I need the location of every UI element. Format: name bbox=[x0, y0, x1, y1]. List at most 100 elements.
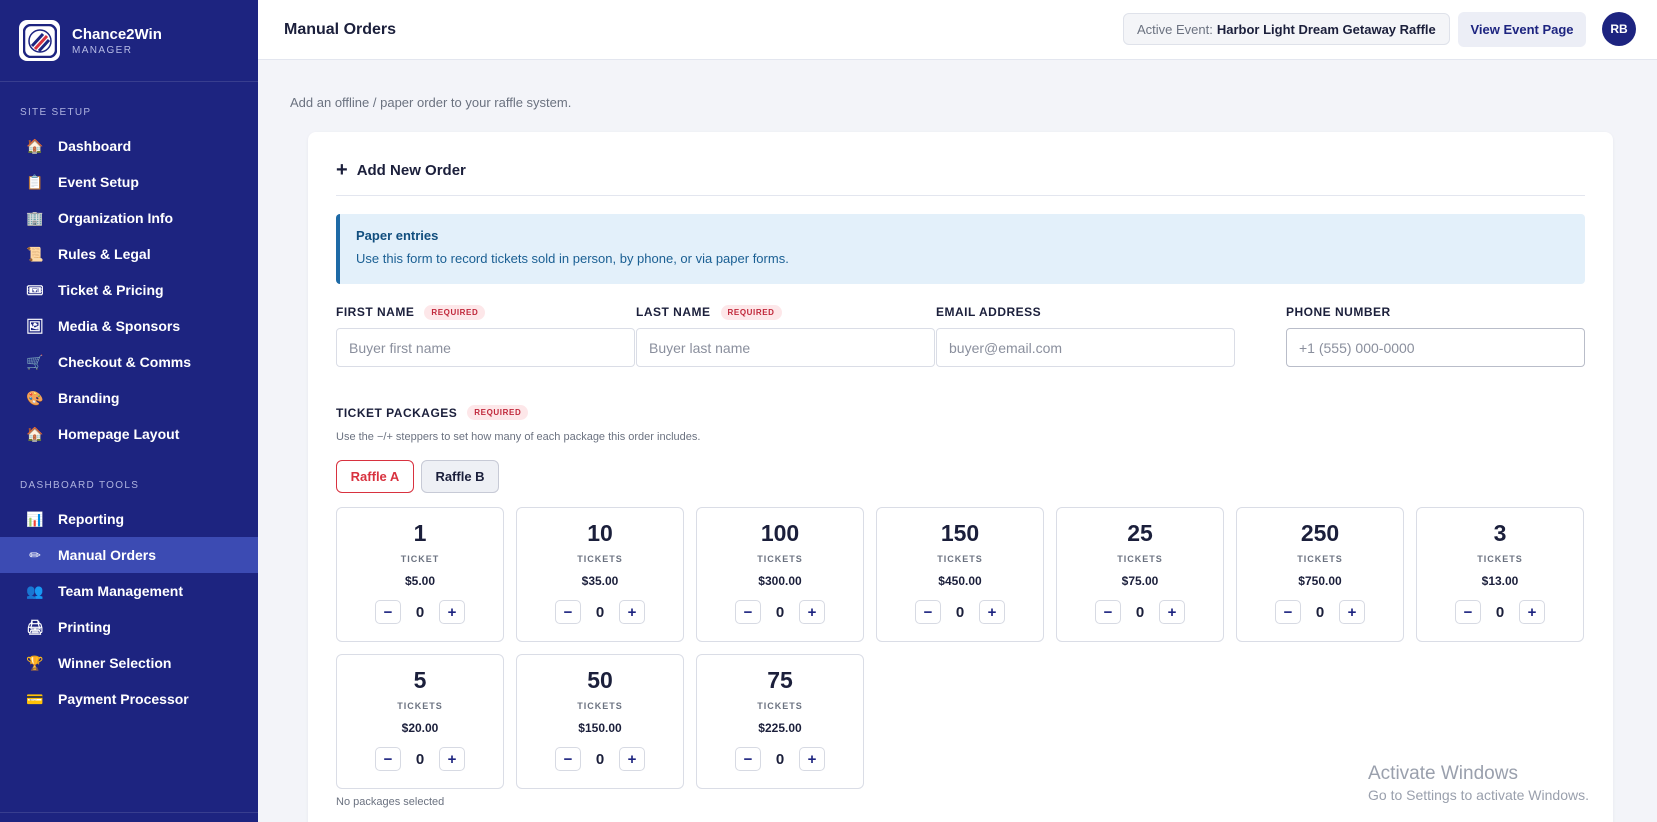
sidebar-item-winner-selection[interactable]: 🏆 Winner Selection bbox=[0, 645, 258, 681]
trophy-icon: 🏆 bbox=[26, 654, 44, 671]
sidebar-item-payment-processor[interactable]: 💳 Payment Processor bbox=[0, 681, 258, 717]
phone-input[interactable] bbox=[1286, 328, 1585, 367]
package-card: 100 TICKETS $300.00 −0 + bbox=[696, 507, 864, 642]
decrement-button[interactable]: − bbox=[1455, 600, 1481, 624]
decrement-button[interactable]: − bbox=[375, 747, 401, 771]
view-event-page-button[interactable]: View Event Page bbox=[1458, 12, 1586, 47]
increment-button[interactable]: + bbox=[619, 747, 645, 771]
decrement-button[interactable]: − bbox=[915, 600, 941, 624]
increment-button[interactable]: + bbox=[799, 600, 825, 624]
last-name-label: LAST NAME bbox=[636, 305, 711, 319]
user-avatar[interactable]: RB bbox=[1602, 12, 1636, 46]
sidebar-item-ticket-pricing[interactable]: 🎟 Ticket & Pricing bbox=[0, 272, 258, 308]
brand-subtitle: MANAGER bbox=[72, 44, 133, 56]
required-badge: REQUIRED bbox=[467, 405, 529, 420]
sidebar-item-reporting[interactable]: 📊 Reporting bbox=[0, 501, 258, 537]
decrement-button[interactable]: − bbox=[555, 600, 581, 624]
sidebar-item-event-setup[interactable]: 📋 Event Setup bbox=[0, 164, 258, 200]
brand-name: Chance2Win bbox=[72, 25, 162, 43]
quantity-stepper: −0 + bbox=[877, 600, 1043, 624]
quantity-stepper: −0 + bbox=[1237, 600, 1403, 624]
sidebar-item-team-management[interactable]: 👥 Team Management bbox=[0, 573, 258, 609]
quantity-stepper: −0 + bbox=[337, 747, 503, 771]
tab-raffle-a[interactable]: Raffle A bbox=[336, 460, 414, 493]
package-price: $225.00 bbox=[758, 721, 802, 735]
email-label: EMAIL ADDRESS bbox=[936, 305, 1042, 319]
decrement-button[interactable]: − bbox=[1275, 600, 1301, 624]
brand[interactable]: Chance2Win MANAGER bbox=[0, 0, 258, 82]
package-ticket-count: 5 bbox=[413, 667, 427, 693]
required-badge: REQUIRED bbox=[424, 304, 486, 320]
package-card: 3 TICKETS $13.00−0 + bbox=[1416, 507, 1584, 642]
package-ticket-count: 75 bbox=[767, 667, 793, 693]
sidebar-item-printing[interactable]: 🖨 Printing bbox=[0, 609, 258, 645]
package-ticket-count: 150 bbox=[940, 520, 980, 546]
notice-body: Use this form to record tickets sold in … bbox=[356, 251, 789, 266]
sidebar-item-dashboard[interactable]: 🏠 Dashboard bbox=[0, 128, 258, 164]
quantity-stepper: −0 + bbox=[1417, 600, 1583, 624]
package-unit: TICKETS bbox=[937, 554, 983, 564]
decrement-button[interactable]: − bbox=[735, 600, 761, 624]
sidebar-item-rules-legal[interactable]: 📜 Rules & Legal bbox=[0, 236, 258, 272]
quantity-value: 0 bbox=[415, 603, 425, 621]
package-ticket-count: 10 bbox=[587, 520, 613, 546]
email-input[interactable] bbox=[936, 328, 1235, 367]
plus-icon: + bbox=[336, 159, 348, 181]
sidebar-item-label: Homepage Layout bbox=[58, 426, 180, 442]
picture-icon: 🖼 bbox=[26, 317, 44, 334]
package-ticket-count: 50 bbox=[587, 667, 613, 693]
sidebar-item-homepage-layout[interactable]: 🏠 Homepage Layout bbox=[0, 416, 258, 452]
package-card: 75 TICKETS $225.00 −0 + bbox=[696, 654, 864, 789]
logo-icon bbox=[19, 20, 60, 61]
clipboard-icon: 📋 bbox=[26, 173, 44, 190]
phone-field-group: PHONE NUMBER bbox=[1286, 304, 1585, 367]
package-ticket-count: 100 bbox=[760, 520, 800, 546]
decrement-button[interactable]: − bbox=[735, 747, 761, 771]
credit-card-icon: 💳 bbox=[26, 690, 44, 707]
scroll-icon: 📜 bbox=[26, 245, 44, 262]
sidebar-item-organization-info[interactable]: 🏢 Organization Info bbox=[0, 200, 258, 236]
watermark-line-1: Activate Windows bbox=[1368, 763, 1518, 784]
package-unit: TICKETS bbox=[757, 554, 803, 564]
decrement-button[interactable]: − bbox=[375, 600, 401, 624]
quantity-value: 0 bbox=[1135, 603, 1145, 621]
watermark-line-2: Go to Settings to activate Windows. bbox=[1368, 787, 1589, 803]
increment-button[interactable]: + bbox=[1339, 600, 1365, 624]
cart-icon: 🛒 bbox=[26, 353, 44, 370]
quantity-value: 0 bbox=[1495, 603, 1505, 621]
quantity-value: 0 bbox=[415, 750, 425, 768]
quantity-stepper: −0 + bbox=[697, 747, 863, 771]
sidebar-item-label: Dashboard bbox=[58, 138, 132, 154]
last-name-field-group: LAST NAME REQUIRED bbox=[636, 304, 935, 367]
tab-raffle-b[interactable]: Raffle B bbox=[421, 460, 499, 493]
ticket-icon: 🎟 bbox=[26, 281, 44, 298]
last-name-input[interactable] bbox=[636, 328, 935, 367]
increment-button[interactable]: + bbox=[439, 600, 465, 624]
nav-dashboard-tools: 📊 Reporting ✏ Manual Orders 👥 Team Management… bbox=[0, 501, 258, 717]
package-unit: TICKETS bbox=[757, 701, 803, 711]
package-price: $450.00 bbox=[938, 574, 982, 588]
pen-icon: ✏ bbox=[29, 546, 41, 563]
sidebar-item-branding[interactable]: 🎨 Branding bbox=[0, 380, 258, 416]
increment-button[interactable]: + bbox=[619, 600, 645, 624]
sidebar-item-label: Checkout & Comms bbox=[58, 354, 192, 370]
decrement-button[interactable]: − bbox=[555, 747, 581, 771]
package-price: $750.00 bbox=[1298, 574, 1342, 588]
sidebar-item-manual-orders[interactable]: ✏ Manual Orders bbox=[0, 537, 258, 573]
increment-button[interactable]: + bbox=[799, 747, 825, 771]
ticket-packages-label: TICKET PACKAGES bbox=[336, 405, 458, 420]
house-icon: 🏠 bbox=[26, 425, 44, 442]
ticket-packages-heading: TICKET PACKAGES REQUIRED bbox=[336, 405, 529, 420]
sidebar-item-checkout-comms[interactable]: 🛒 Checkout & Comms bbox=[0, 344, 258, 380]
card-header: + Add New Order bbox=[336, 159, 1585, 196]
house-icon: 🏠 bbox=[26, 137, 44, 154]
package-ticket-count: 1 bbox=[413, 520, 427, 546]
increment-button[interactable]: + bbox=[979, 600, 1005, 624]
decrement-button[interactable]: − bbox=[1095, 600, 1121, 624]
sidebar-item-label: Ticket & Pricing bbox=[58, 282, 164, 298]
increment-button[interactable]: + bbox=[439, 747, 465, 771]
increment-button[interactable]: + bbox=[1159, 600, 1185, 624]
increment-button[interactable]: + bbox=[1519, 600, 1545, 624]
first-name-input[interactable] bbox=[336, 328, 635, 367]
sidebar-item-media-sponsors[interactable]: 🖼 Media & Sponsors bbox=[0, 308, 258, 344]
